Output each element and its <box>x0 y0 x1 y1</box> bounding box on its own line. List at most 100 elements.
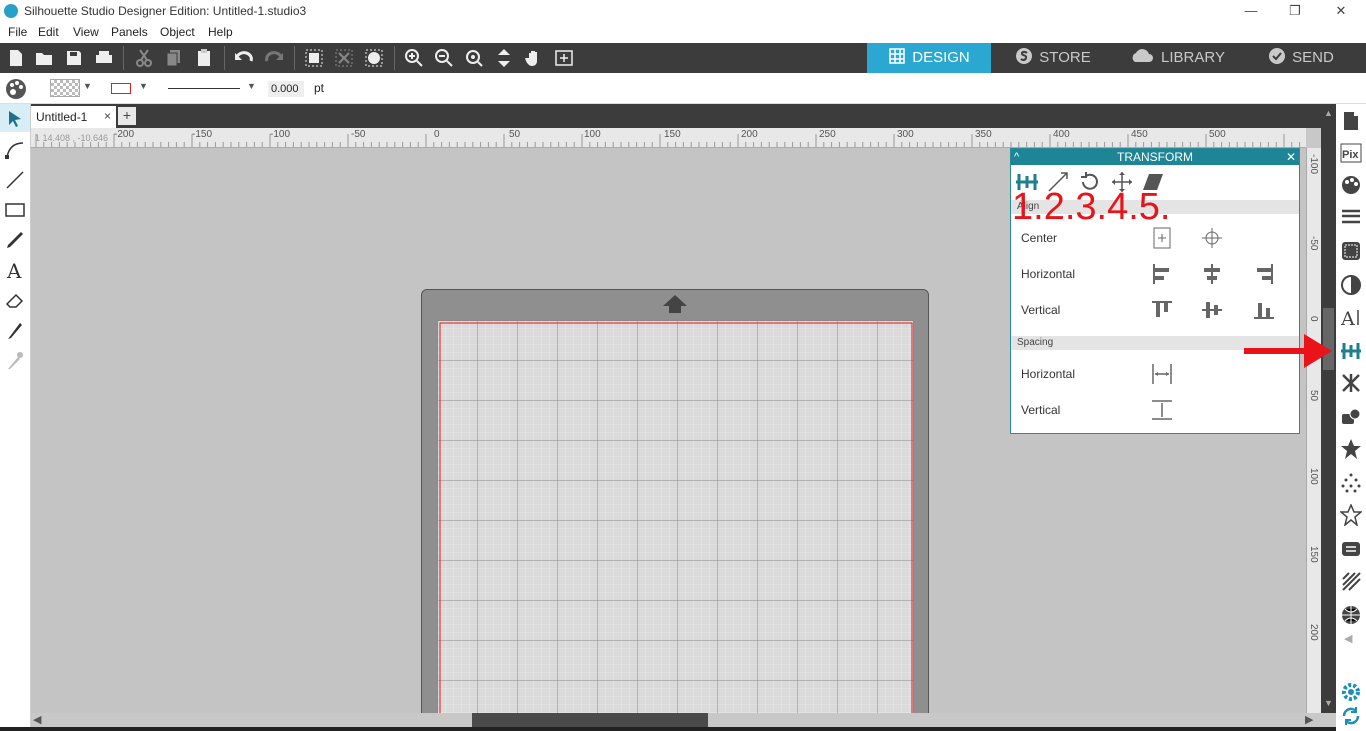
save-icon[interactable] <box>64 48 84 68</box>
menu-object[interactable]: Object <box>160 25 195 39</box>
line-color-dropdown-arrow-icon[interactable]: ▼ <box>139 81 148 91</box>
scroll-left-arrow-icon[interactable]: ◀ <box>33 713 41 726</box>
menu-help[interactable]: Help <box>208 25 233 39</box>
panel-close-icon[interactable]: ✕ <box>1286 149 1296 165</box>
horizontal-scrollbar[interactable]: ◀ ▶ <box>31 713 1321 727</box>
open-folder-icon[interactable] <box>34 48 54 68</box>
zoom-out-icon[interactable] <box>434 48 454 68</box>
align-right-icon[interactable] <box>1252 262 1276 286</box>
redo-icon[interactable] <box>264 48 284 68</box>
add-tab-button[interactable]: + <box>118 107 136 125</box>
document-tab-close-icon[interactable]: × <box>104 109 111 123</box>
document-tab[interactable]: Untitled-1 × <box>31 106 116 128</box>
add-page-icon[interactable] <box>554 48 574 68</box>
close-window-button[interactable]: ✕ <box>1318 0 1364 23</box>
text-tool-icon[interactable]: A <box>4 259 26 281</box>
select-arrow-icon[interactable] <box>4 108 26 130</box>
palette-icon[interactable] <box>4 77 28 101</box>
line-style-dropdown-arrow-icon[interactable]: ▼ <box>247 81 256 91</box>
fill-pattern-swatch[interactable] <box>50 79 80 97</box>
tab-send[interactable]: SEND <box>1239 43 1363 73</box>
align-top-icon[interactable] <box>1150 298 1174 322</box>
replicate-icon[interactable] <box>1340 372 1362 394</box>
menu-file[interactable]: File <box>8 25 27 39</box>
tab-library[interactable]: LIBRARY <box>1115 43 1239 73</box>
align-bottom-icon[interactable] <box>1252 298 1276 322</box>
tab-design[interactable]: DESIGN <box>867 43 991 73</box>
pencil-tool-icon[interactable] <box>4 229 26 251</box>
star-outline-icon[interactable] <box>1340 504 1362 526</box>
copy-icon[interactable] <box>164 48 184 68</box>
menu-panels[interactable]: Panels <box>111 25 148 39</box>
menu-view[interactable]: View <box>73 25 99 39</box>
tab-store[interactable]: STORE <box>991 43 1115 73</box>
window-bottom-edge <box>0 727 1366 731</box>
undo-icon[interactable] <box>234 48 254 68</box>
pan-hand-icon[interactable] <box>524 48 544 68</box>
ungroup-icon[interactable] <box>334 48 354 68</box>
scroll-down-arrow-icon[interactable]: ▼ <box>1324 698 1333 708</box>
panel-collapse-icon[interactable]: ^ <box>1014 149 1019 165</box>
eyedropper-tool-icon[interactable] <box>4 349 26 371</box>
fit-to-page-icon[interactable] <box>494 48 514 68</box>
ruler-v-label: 50 <box>1308 390 1319 402</box>
cutting-mat-grid[interactable] <box>437 320 914 720</box>
point-edit-icon[interactable] <box>4 139 26 161</box>
line-width-input[interactable]: 0.000 <box>268 81 304 97</box>
pixscan-icon[interactable]: Pix <box>1340 142 1362 164</box>
transform-align-icon[interactable] <box>1340 340 1362 362</box>
print-icon[interactable] <box>94 48 114 68</box>
group-icon[interactable] <box>304 48 324 68</box>
line-style-preview[interactable] <box>168 88 240 89</box>
align-middle-icon[interactable] <box>1200 298 1224 322</box>
fill-color-palette-icon[interactable] <box>1340 174 1362 196</box>
layers-icon[interactable] <box>1340 538 1362 560</box>
text-style-icon[interactable]: A <box>1340 306 1362 328</box>
align-left-icon[interactable] <box>1150 262 1174 286</box>
trace-dots-icon[interactable] <box>1340 472 1362 494</box>
modify-icon[interactable] <box>1340 406 1362 428</box>
contrast-icon[interactable] <box>1340 274 1362 296</box>
fill-dropdown-arrow-icon[interactable]: ▼ <box>83 81 92 91</box>
horizontal-scroll-thumb[interactable] <box>472 713 708 727</box>
library-globe-icon[interactable] <box>1340 604 1362 626</box>
zoom-selected-icon[interactable] <box>464 48 484 68</box>
eraser-tool-icon[interactable] <box>4 289 26 311</box>
page-setup-icon[interactable] <box>1340 110 1362 132</box>
sketch-icon[interactable] <box>1340 570 1362 592</box>
center-align-icon[interactable] <box>1200 226 1224 250</box>
settings-gear-icon[interactable] <box>1340 681 1362 703</box>
svg-text:A: A <box>1340 308 1355 328</box>
ruler-h-label: 300 <box>897 129 914 140</box>
paste-icon[interactable] <box>194 48 214 68</box>
minimize-button[interactable]: — <box>1228 0 1274 23</box>
line-tool-icon[interactable] <box>4 169 26 191</box>
vertical-scrollbar[interactable]: ▲ ▼ <box>1321 104 1336 713</box>
grid-icon <box>889 48 905 64</box>
sync-icon[interactable] <box>1340 705 1362 727</box>
space-evenly-vertical-icon[interactable] <box>1150 398 1174 422</box>
restore-button[interactable]: ❐ <box>1272 0 1318 23</box>
spacing-horizontal-label: Horizontal <box>1021 367 1076 381</box>
menu-edit[interactable]: Edit <box>38 25 59 39</box>
star-filled-icon[interactable] <box>1340 438 1362 460</box>
knife-tool-icon[interactable] <box>4 319 26 341</box>
cut-icon[interactable] <box>134 48 154 68</box>
title-bar: Silhouette Studio Designer Edition: Unti… <box>0 0 1366 23</box>
collapse-panels-arrow-icon[interactable]: ◀ <box>1344 632 1352 645</box>
ruler-h-label: -50 <box>351 129 366 140</box>
scroll-right-arrow-icon[interactable]: ▶ <box>1305 713 1313 726</box>
align-center-horizontal-icon[interactable] <box>1200 262 1224 286</box>
fill-pattern-icon[interactable] <box>1340 240 1362 262</box>
zoom-in-icon[interactable] <box>404 48 424 68</box>
compound-path-icon[interactable] <box>364 48 384 68</box>
space-evenly-horizontal-icon[interactable] <box>1150 362 1174 386</box>
line-color-swatch[interactable] <box>111 83 131 94</box>
rectangle-tool-icon[interactable] <box>4 199 26 221</box>
line-style-icon[interactable] <box>1340 206 1362 228</box>
transform-panel-header[interactable]: ^ TRANSFORM ✕ <box>1011 149 1299 165</box>
new-document-icon[interactable] <box>6 48 26 68</box>
scroll-up-arrow-icon[interactable]: ▲ <box>1324 108 1333 118</box>
annotation-numbers: 1.2.3.4.5. <box>1012 186 1171 228</box>
window-title: Silhouette Studio Designer Edition: Unti… <box>24 4 307 18</box>
